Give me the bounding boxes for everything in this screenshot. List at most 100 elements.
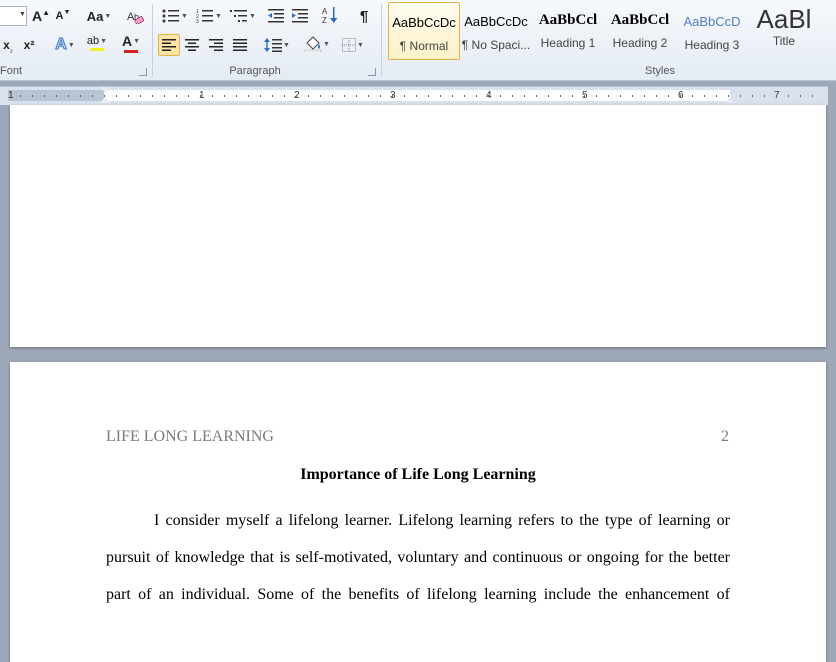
ruler-tick xyxy=(704,95,705,97)
style-title[interactable]: AaBl Title xyxy=(749,2,819,58)
font-size-dropdown-icon[interactable]: ▼ xyxy=(19,11,26,18)
first-line-indent-marker[interactable] xyxy=(100,87,110,93)
strikethrough-button[interactable]: x₂ xyxy=(0,35,16,55)
ruler-tick xyxy=(236,95,237,97)
paragraph-dialog-launcher-icon[interactable] xyxy=(368,68,376,76)
borders-button[interactable]: ▼ xyxy=(338,35,368,55)
multilevel-list-icon xyxy=(230,10,248,22)
ruler-tick xyxy=(392,95,393,97)
sort-button[interactable]: A Z xyxy=(320,5,340,25)
align-right-button[interactable] xyxy=(206,35,226,55)
clear-formatting-button[interactable]: A b xyxy=(124,6,146,26)
ruler-tick xyxy=(344,95,345,97)
hanging-indent-marker[interactable] xyxy=(100,97,110,103)
ruler-tick xyxy=(224,95,225,97)
ruler-tick xyxy=(548,95,549,97)
text-effects-button[interactable]: A ▼ xyxy=(52,35,78,55)
svg-text:A: A xyxy=(322,7,328,16)
bullets-button[interactable]: ▼ xyxy=(160,6,190,26)
borders-icon xyxy=(342,38,357,52)
ruler-tick xyxy=(524,95,525,97)
decrease-indent-icon xyxy=(268,9,284,23)
text-highlight-button[interactable]: ab ▼ xyxy=(82,33,112,53)
justify-button[interactable] xyxy=(230,35,250,55)
style-sample-text: AaBbCcDc xyxy=(464,14,528,29)
ruler-tick xyxy=(20,95,21,97)
ruler-tick xyxy=(476,95,477,97)
style-heading-3[interactable]: AaBbCcD Heading 3 xyxy=(677,2,747,58)
clear-formatting-icon: A b xyxy=(127,11,144,24)
ruler-tick xyxy=(116,95,117,97)
highlighter-icon: ab xyxy=(86,35,100,47)
sort-icon: A Z xyxy=(322,7,338,24)
document-canvas[interactable]: LIFE LONG LEARNING 2 Importance of Life … xyxy=(0,105,836,662)
ruler-tick xyxy=(272,95,273,97)
decrease-indent-button[interactable] xyxy=(266,6,286,26)
ruler-tick xyxy=(200,95,201,97)
ruler-tick xyxy=(812,95,813,97)
ruler-tick xyxy=(692,95,693,97)
ruler-tick xyxy=(452,95,453,97)
ruler-tick xyxy=(716,95,717,97)
page-1[interactable] xyxy=(10,105,826,347)
font-group-label: Font xyxy=(0,65,23,77)
header-page-number: 2 xyxy=(721,428,729,445)
ruler-tick xyxy=(56,95,57,97)
style-heading-2[interactable]: AaBbCcl Heading 2 xyxy=(605,2,675,58)
styles-gallery: AaBbCcDc ¶ Normal AaBbCcDc ¶ No Spaci...… xyxy=(385,2,836,60)
horizontal-ruler[interactable]: 1 1 2 3 4 5 6 7 xyxy=(0,86,828,106)
shading-button[interactable]: ▼ xyxy=(302,34,332,54)
align-left-icon xyxy=(162,39,176,51)
line-spacing-button[interactable]: ▼ xyxy=(262,35,292,55)
multilevel-list-button[interactable]: ▼ xyxy=(228,6,258,26)
font-color-icon: A xyxy=(121,33,133,49)
right-indent-marker[interactable] xyxy=(725,97,735,103)
style-sample-text: AaBbCcl xyxy=(538,12,598,28)
style-heading-1[interactable]: AaBbCcl Heading 1 xyxy=(533,2,603,58)
ruler-tick xyxy=(584,95,585,97)
align-center-button[interactable] xyxy=(182,35,202,55)
line-spacing-icon xyxy=(264,38,283,52)
ruler-tick xyxy=(776,95,777,97)
ruler-tick xyxy=(188,95,189,97)
body-text-line: pursuit of knowledge that is self-motiva… xyxy=(106,549,730,566)
strikethrough-icon: x xyxy=(3,38,10,52)
ruler-tick xyxy=(788,95,789,97)
font-color-button[interactable]: A ▼ xyxy=(116,33,146,53)
numbering-button[interactable]: 1 2 3 ▼ xyxy=(194,6,224,26)
page-2[interactable]: LIFE LONG LEARNING 2 Importance of Life … xyxy=(10,362,826,662)
ruler-tick xyxy=(596,95,597,97)
ruler-tick xyxy=(560,95,561,97)
ruler-tick xyxy=(356,95,357,97)
increase-indent-button[interactable] xyxy=(290,6,310,26)
grow-font-icon: A xyxy=(31,8,43,24)
ruler-tick xyxy=(536,95,537,97)
style-no-spacing[interactable]: AaBbCcDc ¶ No Spaci... xyxy=(461,2,531,58)
ruler-tick xyxy=(800,95,801,97)
show-formatting-marks-button[interactable]: ¶ xyxy=(354,6,374,26)
ruler-tick xyxy=(296,95,297,97)
align-left-button[interactable] xyxy=(158,34,180,56)
style-normal[interactable]: AaBbCcDc ¶ Normal xyxy=(388,2,460,60)
style-sample-text: AaBbCcl xyxy=(610,12,670,28)
ruler-tick xyxy=(668,95,669,97)
group-separator xyxy=(152,4,153,76)
svg-text:Z: Z xyxy=(322,16,327,24)
superscript-button[interactable]: x² xyxy=(20,35,38,55)
grow-font-button[interactable]: A ▲ xyxy=(32,6,50,26)
change-case-icon: Aa xyxy=(86,8,104,24)
align-center-icon xyxy=(185,39,199,51)
ruler-tick xyxy=(176,95,177,97)
ruler-tick xyxy=(428,95,429,97)
style-name-label: Title xyxy=(772,34,796,48)
ruler-tick xyxy=(572,95,573,97)
font-dialog-launcher-icon[interactable] xyxy=(139,68,147,76)
change-case-button[interactable]: Aa ▼ xyxy=(84,6,114,26)
align-right-icon xyxy=(209,39,223,51)
running-header-title: LIFE LONG LEARNING xyxy=(106,428,274,445)
ruler-tick xyxy=(512,95,513,97)
style-name-label: Heading 1 xyxy=(540,36,596,50)
shrink-font-button[interactable]: A ▼ xyxy=(54,6,72,26)
ruler-tick xyxy=(152,95,153,97)
ruler-tick xyxy=(500,95,501,97)
